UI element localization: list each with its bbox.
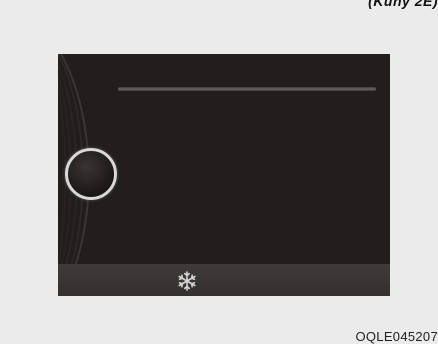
status-bar — [58, 264, 390, 296]
dial-knob-icon[interactable] — [65, 148, 117, 200]
display-screen — [58, 54, 390, 296]
temperature-divider-line — [118, 87, 376, 91]
figure-code: OQLE045207 — [355, 329, 438, 344]
snowflake-icon — [178, 271, 196, 291]
header-label: (Kuny 2E) — [368, 0, 438, 9]
